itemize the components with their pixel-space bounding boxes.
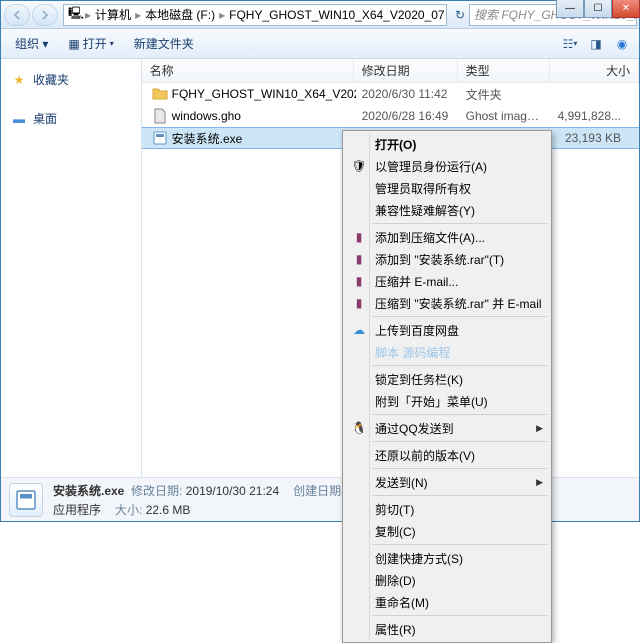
window-controls: — ☐ ✕ xyxy=(556,0,640,18)
cm-add-to-archive[interactable]: ▮添加到压缩文件(A)... xyxy=(345,226,549,248)
winrar-icon: ▮ xyxy=(351,273,367,289)
breadcrumb-drive[interactable]: 本地磁盘 (F:) xyxy=(142,6,218,23)
cm-properties[interactable]: 属性(R) xyxy=(345,618,549,640)
status-file-icon xyxy=(9,483,43,517)
submenu-arrow-icon: ▶ xyxy=(536,477,543,488)
file-row[interactable]: FQHY_GHOST_WIN10_X64_V2020_07 2020/6/30 … xyxy=(142,83,639,105)
back-button[interactable] xyxy=(4,4,30,26)
cm-compat-troubleshoot[interactable]: 兼容性疑难解答(Y) xyxy=(345,199,549,221)
cloud-icon: ☁ xyxy=(351,322,367,338)
refresh-icon[interactable]: ↻ xyxy=(451,8,469,22)
breadcrumb-computer[interactable]: 计算机 xyxy=(92,6,134,23)
cm-cut[interactable]: 剪切(T) xyxy=(345,498,549,520)
cm-qq-send[interactable]: 🐧通过QQ发送到▶ xyxy=(345,417,549,439)
col-size[interactable]: 大小 xyxy=(550,59,639,82)
cm-rename[interactable]: 重命名(M) xyxy=(345,591,549,613)
status-filename: 安装系统.exe xyxy=(53,484,124,498)
address-bar[interactable]: 🖳 ▸ 计算机 ▸ 本地磁盘 (F:) ▸ FQHY_GHOST_WIN10_X… xyxy=(63,4,447,26)
breadcrumb-folder[interactable]: FQHY_GHOST_WIN10_X64_V2020_07 xyxy=(226,8,447,22)
col-type[interactable]: 类型 xyxy=(458,59,550,82)
cm-create-shortcut[interactable]: 创建快捷方式(S) xyxy=(345,547,549,569)
computer-icon: 🖳 xyxy=(68,4,84,25)
cm-delete[interactable]: 删除(D) xyxy=(345,569,549,591)
sidebar: ★ 收藏夹 ▬ 桌面 xyxy=(1,59,142,477)
winrar-icon: ▮ xyxy=(351,251,367,267)
file-row[interactable]: windows.gho 2020/6/28 16:49 Ghost image … xyxy=(142,105,639,127)
folder-icon xyxy=(152,86,168,102)
winrar-icon: ▮ xyxy=(351,229,367,245)
cm-take-ownership[interactable]: 管理员取得所有权 xyxy=(345,177,549,199)
cm-watermark-line[interactable]: 脚本 源码编程 xyxy=(345,341,549,363)
sidebar-favorites[interactable]: ★ 收藏夹 xyxy=(5,67,137,92)
new-folder-button[interactable]: 新建文件夹 xyxy=(126,31,202,56)
cm-send-to[interactable]: 发送到(N)▶ xyxy=(345,471,549,493)
close-button[interactable]: ✕ xyxy=(612,0,640,18)
shield-icon: 🛡 xyxy=(351,158,367,174)
minimize-button[interactable]: — xyxy=(556,0,584,18)
forward-button[interactable] xyxy=(32,4,58,26)
cm-copy[interactable]: 复制(C) xyxy=(345,520,549,542)
gho-file-icon xyxy=(152,108,168,124)
titlebar: 🖳 ▸ 计算机 ▸ 本地磁盘 (F:) ▸ FQHY_GHOST_WIN10_X… xyxy=(1,1,639,29)
desktop-icon: ▬ xyxy=(11,111,27,127)
cm-zip-email[interactable]: ▮压缩并 E-mail... xyxy=(345,270,549,292)
col-date[interactable]: 修改日期 xyxy=(354,59,458,82)
cm-baidu-upload[interactable]: ☁上传到百度网盘 xyxy=(345,319,549,341)
toolbar: 组织 ▾ ▦打开▾ 新建文件夹 ☷▾ ◨ ◉ xyxy=(1,29,639,59)
exe-file-icon xyxy=(152,130,168,146)
submenu-arrow-icon: ▶ xyxy=(536,423,543,434)
preview-pane-icon[interactable]: ◨ xyxy=(585,33,607,55)
cm-zip-rar-email[interactable]: ▮压缩到 "安装系统.rar" 并 E-mail xyxy=(345,292,549,314)
cm-pin-taskbar[interactable]: 锁定到任务栏(K) xyxy=(345,368,549,390)
star-icon: ★ xyxy=(11,72,27,88)
maximize-button[interactable]: ☐ xyxy=(584,0,612,18)
view-options-icon[interactable]: ☷▾ xyxy=(559,33,581,55)
cm-pin-start[interactable]: 附到「开始」菜单(U) xyxy=(345,390,549,412)
status-type: 应用程序 xyxy=(53,501,101,518)
sidebar-desktop[interactable]: ▬ 桌面 xyxy=(5,106,137,131)
organize-menu[interactable]: 组织 ▾ xyxy=(7,31,56,56)
context-menu: 打开(O) 🛡以管理员身份运行(A) 管理员取得所有权 兼容性疑难解答(Y) ▮… xyxy=(342,130,552,643)
column-headers: 名称 修改日期 类型 大小 xyxy=(142,59,639,83)
winrar-icon: ▮ xyxy=(351,295,367,311)
help-icon[interactable]: ◉ xyxy=(611,33,633,55)
cm-restore-versions[interactable]: 还原以前的版本(V) xyxy=(345,444,549,466)
cm-open[interactable]: 打开(O) xyxy=(345,133,549,155)
cm-run-as-admin[interactable]: 🛡以管理员身份运行(A) xyxy=(345,155,549,177)
cm-add-to-rar[interactable]: ▮添加到 "安装系统.rar"(T) xyxy=(345,248,549,270)
open-button[interactable]: ▦打开▾ xyxy=(60,31,121,56)
col-name[interactable]: 名称 xyxy=(142,59,354,82)
qq-icon: 🐧 xyxy=(351,420,367,436)
